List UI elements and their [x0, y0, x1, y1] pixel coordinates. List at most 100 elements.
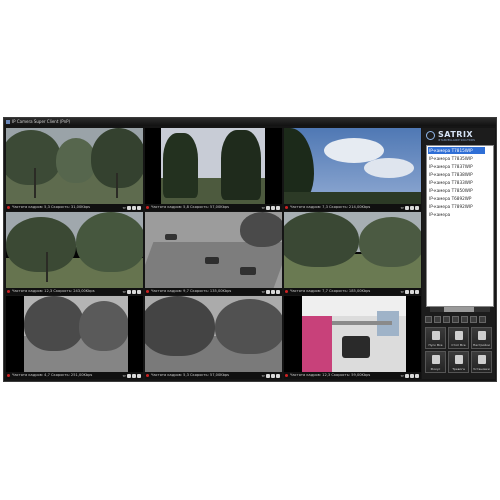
close-icon[interactable] — [276, 205, 280, 210]
record-button-icon[interactable] — [266, 205, 270, 210]
camera-status-bar: Частота кадров: 5,3 Скорость: 31,00Kbps … — [6, 204, 143, 211]
tools-icon — [478, 355, 486, 364]
stop-all-button[interactable]: Стоп Все — [448, 327, 469, 349]
tools-button[interactable]: Установки — [471, 351, 492, 373]
snapshot-icon[interactable] — [132, 289, 136, 294]
camera-status-bar: Частота кадров: 5,3 Скорость: 57,00Kbps … — [145, 372, 282, 379]
record-button-icon[interactable] — [266, 289, 270, 294]
close-icon[interactable] — [276, 373, 280, 378]
horizontal-scrollbar[interactable] — [430, 307, 490, 312]
scrollbar-thumb[interactable] — [444, 307, 474, 312]
close-icon[interactable] — [137, 205, 141, 210]
snapshot-icon[interactable] — [271, 289, 275, 294]
record-button-icon[interactable] — [127, 205, 131, 210]
title-bar[interactable]: IP Camera Super Client (PnP) — [4, 118, 496, 126]
camera-view-1[interactable]: Частота кадров: 5,3 Скорость: 31,00Kbps … — [6, 128, 143, 211]
camera-view-9[interactable]: Частота кадров: 12,3 Скорость: 59,00Kbps… — [284, 296, 421, 379]
fullscreen-icon[interactable]: ⇔ — [401, 289, 404, 294]
camera-status: Частота кадров: 5,8 Скорость: 57,00Kbps — [151, 205, 230, 209]
camera-view-3[interactable]: Частота кадров: 7,3 Скорость: 214,00Kbps… — [284, 128, 421, 211]
camera-status-bar: Частота кадров: 9,7 Скорость: 135,00Kbps… — [145, 288, 282, 295]
control-panel: SATRIX IP SURVEILLANCE SOLUTIONS IP-каме… — [422, 128, 495, 379]
record-button-icon[interactable] — [266, 373, 270, 378]
record-button-icon[interactable] — [405, 205, 409, 210]
camera-status: Частота кадров: 9,7 Скорость: 135,00Kbps — [151, 289, 232, 293]
close-icon[interactable] — [137, 373, 141, 378]
action-buttons: Пуск Все Стоп Все Настройки Фокус Тревог… — [425, 327, 493, 377]
layout-5x5-icon[interactable] — [461, 316, 468, 323]
settings-button[interactable]: Настройки — [471, 327, 492, 349]
focus-icon — [432, 355, 440, 364]
close-icon[interactable] — [415, 289, 419, 294]
layout-2x2-icon[interactable] — [434, 316, 441, 323]
fullscreen-icon[interactable]: ⇔ — [123, 289, 126, 294]
camera-view-4[interactable]: Частота кадров: 12,3 Скорость: 243,00Kbp… — [6, 212, 143, 295]
record-button-icon[interactable] — [405, 373, 409, 378]
focus-button[interactable]: Фокус — [425, 351, 446, 373]
record-button-icon[interactable] — [405, 289, 409, 294]
camera-list-item[interactable]: IP-камера T7850WIP — [428, 187, 485, 194]
camera-view-8[interactable]: Частота кадров: 5,3 Скорость: 57,00Kbps … — [145, 296, 282, 379]
record-icon — [146, 290, 149, 293]
fullscreen-icon[interactable]: ⇔ — [262, 289, 265, 294]
snapshot-icon[interactable] — [410, 289, 414, 294]
camera-status: Частота кадров: 12,3 Скорость: 243,00Kbp… — [12, 289, 95, 293]
camera-status-bar: Частота кадров: 4,7 Скорость: 251,00Kbps… — [6, 372, 143, 379]
camera-list-item[interactable]: IP-камера T7838WIP — [428, 171, 485, 178]
fullscreen-icon[interactable]: ⇔ — [262, 373, 265, 378]
camera-status-bar: Частота кадров: 7,7 Скорость: 185,00Kbps… — [284, 288, 421, 295]
record-button-icon[interactable] — [127, 289, 131, 294]
video-feed-8 — [145, 296, 282, 372]
alarm-button[interactable]: Тревога — [448, 351, 469, 373]
camera-view-7[interactable]: Частота кадров: 4,7 Скорость: 251,00Kbps… — [6, 296, 143, 379]
snapshot-icon[interactable] — [410, 205, 414, 210]
camera-list-item[interactable]: IP-камера T7815WIP — [428, 147, 485, 154]
layout-toolbar — [425, 316, 493, 324]
fullscreen-icon[interactable]: ⇔ — [123, 373, 126, 378]
fullscreen-icon[interactable]: ⇔ — [123, 205, 126, 210]
snapshot-icon[interactable] — [271, 205, 275, 210]
camera-status: Частота кадров: 5,3 Скорость: 31,00Kbps — [12, 205, 91, 209]
camera-list-item[interactable]: IP-камера T6892WP — [428, 195, 485, 202]
record-button-icon[interactable] — [127, 373, 131, 378]
camera-list-item[interactable]: IP-камера T7833WIP — [428, 179, 485, 186]
close-icon[interactable] — [276, 289, 280, 294]
camera-list-item[interactable]: IP-камера T7892WIP — [428, 203, 485, 210]
snapshot-icon[interactable] — [132, 205, 136, 210]
camera-status-bar: Частота кадров: 7,3 Скорость: 214,00Kbps… — [284, 204, 421, 211]
app-window: IP Camera Super Client (PnP) Частота кад… — [3, 117, 497, 382]
camera-view-2[interactable]: Частота кадров: 5,8 Скорость: 57,00Kbps … — [145, 128, 282, 211]
fullscreen-icon[interactable]: ⇔ — [401, 373, 404, 378]
close-icon[interactable] — [415, 373, 419, 378]
record-icon — [7, 290, 10, 293]
video-feed-1 — [6, 128, 143, 204]
brand-logo: SATRIX IP SURVEILLANCE SOLUTIONS — [424, 128, 493, 144]
record-icon — [285, 290, 288, 293]
snapshot-icon[interactable] — [410, 373, 414, 378]
layout-6x6-icon[interactable] — [470, 316, 477, 323]
fullscreen-icon[interactable]: ⇔ — [401, 205, 404, 210]
close-icon[interactable] — [415, 205, 419, 210]
fullscreen-icon[interactable]: ⇔ — [262, 205, 265, 210]
video-feed-2 — [145, 128, 282, 204]
camera-list-item[interactable]: IP-камера T7835WIP — [428, 155, 485, 162]
window-title: IP Camera Super Client (PnP) — [12, 119, 71, 124]
camera-list[interactable]: IP-камера T7815WIP IP-камера T7835WIP IP… — [426, 145, 494, 307]
video-feed-3 — [284, 128, 421, 204]
layout-3x3-icon[interactable] — [443, 316, 450, 323]
close-icon[interactable] — [137, 289, 141, 294]
video-feed-4 — [6, 212, 143, 288]
camera-view-5[interactable]: Частота кадров: 9,7 Скорость: 135,00Kbps… — [145, 212, 282, 295]
layout-1x1-icon[interactable] — [425, 316, 432, 323]
snapshot-icon[interactable] — [271, 373, 275, 378]
layout-4x4-icon[interactable] — [452, 316, 459, 323]
camera-status: Частота кадров: 4,7 Скорость: 251,00Kbps — [12, 373, 93, 377]
fullscreen-layout-icon[interactable] — [479, 316, 486, 323]
play-all-button[interactable]: Пуск Все — [425, 327, 446, 349]
record-icon — [285, 374, 288, 377]
camera-list-item[interactable]: IP-камера T7837WIP — [428, 163, 485, 170]
record-icon — [285, 206, 288, 209]
snapshot-icon[interactable] — [132, 373, 136, 378]
camera-list-item[interactable]: IP-камера — [428, 211, 485, 218]
camera-view-6[interactable]: Частота кадров: 7,7 Скорость: 185,00Kbps… — [284, 212, 421, 295]
